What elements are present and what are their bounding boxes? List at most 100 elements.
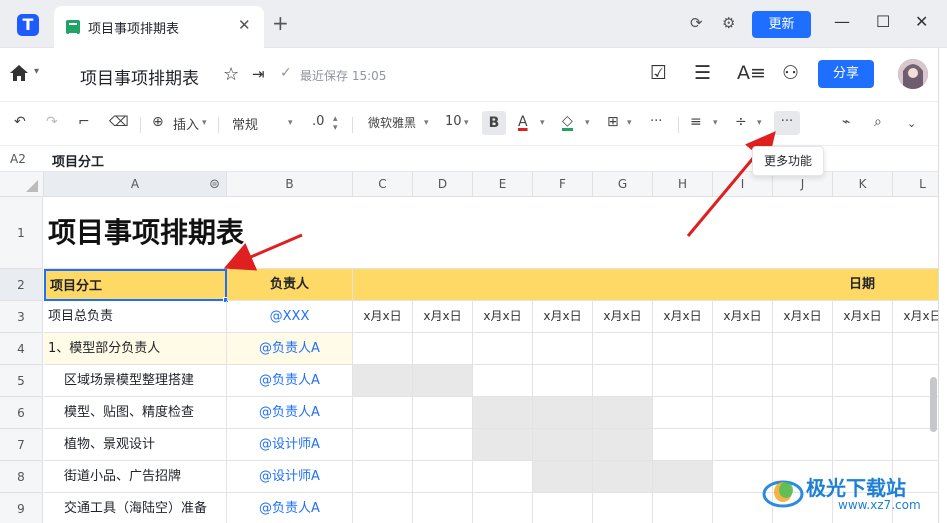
- header-cell-owner[interactable]: 负责人: [227, 269, 353, 301]
- text-color-button[interactable]: A: [518, 114, 528, 130]
- date-cell[interactable]: [653, 493, 713, 523]
- date-cell[interactable]: [353, 397, 413, 429]
- new-tab-button[interactable]: +: [272, 13, 289, 33]
- date-cell[interactable]: [473, 333, 533, 365]
- more-icon[interactable]: ···: [650, 114, 662, 129]
- date-cell[interactable]: [773, 429, 833, 461]
- row-header-1[interactable]: 1: [0, 197, 43, 269]
- date-cell[interactable]: [533, 333, 593, 365]
- fill-color-icon[interactable]: ◇: [562, 114, 573, 131]
- column-header-h[interactable]: H: [653, 172, 713, 197]
- text-format-icon[interactable]: A≡: [737, 62, 766, 84]
- date-cell[interactable]: [473, 461, 533, 493]
- date-cell[interactable]: [353, 429, 413, 461]
- row-header-3[interactable]: 3: [0, 301, 43, 333]
- date-cell[interactable]: [353, 461, 413, 493]
- date-cell[interactable]: x月x日: [533, 301, 593, 333]
- cell-reference[interactable]: A2: [10, 152, 26, 166]
- column-header-k[interactable]: K: [833, 172, 893, 197]
- undo-icon[interactable]: ↶: [14, 114, 26, 130]
- document-title[interactable]: 项目事项排期表: [80, 64, 199, 89]
- vertical-scrollbar[interactable]: [930, 377, 937, 432]
- format-painter-icon[interactable]: ⌐: [78, 114, 90, 130]
- date-cell[interactable]: [413, 429, 473, 461]
- menu-icon[interactable]: ☰: [694, 62, 711, 84]
- row-header-6[interactable]: 6: [0, 397, 43, 429]
- date-cell[interactable]: [413, 461, 473, 493]
- refresh-icon[interactable]: ⟳: [690, 14, 703, 32]
- date-cell[interactable]: [533, 429, 593, 461]
- collapse-chevron-icon[interactable]: ⌄: [907, 117, 916, 130]
- date-cell[interactable]: [833, 429, 893, 461]
- close-window-button[interactable]: ✕: [915, 13, 928, 31]
- row-header-9[interactable]: 9: [0, 493, 43, 523]
- chevron-down-icon[interactable]: ▾: [585, 118, 590, 128]
- date-cell[interactable]: x月x日: [593, 301, 653, 333]
- date-cell[interactable]: x月x日: [413, 301, 473, 333]
- more-functions-button[interactable]: ···: [774, 111, 800, 135]
- date-cell[interactable]: [773, 397, 833, 429]
- date-cell[interactable]: [713, 333, 773, 365]
- date-cell[interactable]: [353, 365, 413, 397]
- app-logo-icon[interactable]: T: [17, 14, 39, 36]
- date-cell[interactable]: [413, 365, 473, 397]
- move-icon[interactable]: ⇥: [252, 65, 265, 83]
- task-cell[interactable]: 项目总负责: [44, 301, 227, 333]
- chevron-down-icon[interactable]: ▾: [757, 118, 762, 128]
- task-cell[interactable]: 植物、景观设计: [44, 429, 227, 461]
- tab-close-icon[interactable]: ✕: [238, 16, 251, 34]
- chevron-down-icon[interactable]: ▾: [202, 118, 207, 128]
- row-header-7[interactable]: 7: [0, 429, 43, 461]
- date-cell[interactable]: [593, 429, 653, 461]
- search-icon[interactable]: ⌕: [874, 114, 882, 130]
- row-header-8[interactable]: 8: [0, 461, 43, 493]
- owner-cell[interactable]: @负责人A: [227, 493, 353, 523]
- date-cell[interactable]: [533, 493, 593, 523]
- date-cell[interactable]: [713, 429, 773, 461]
- decimal-button[interactable]: .0: [312, 114, 324, 129]
- date-cell[interactable]: [473, 365, 533, 397]
- owner-cell[interactable]: @XXX: [227, 301, 353, 333]
- chevron-down-icon[interactable]: ▾: [464, 118, 469, 128]
- row-header-2[interactable]: 2: [0, 269, 43, 301]
- number-format-select[interactable]: 常规: [232, 114, 258, 133]
- date-cell[interactable]: [653, 365, 713, 397]
- date-cell[interactable]: [593, 493, 653, 523]
- minimize-button[interactable]: —: [834, 13, 850, 31]
- owner-cell[interactable]: @设计师A: [227, 429, 353, 461]
- date-cell[interactable]: x月x日: [773, 301, 833, 333]
- date-cell[interactable]: [653, 461, 713, 493]
- eraser-icon[interactable]: ⌫: [109, 114, 129, 130]
- task-cell[interactable]: 交通工具（海陆空）准备: [44, 493, 227, 523]
- date-cell[interactable]: [413, 493, 473, 523]
- update-button[interactable]: 更新: [752, 11, 811, 38]
- decimal-stepper-icon[interactable]: ▴ ▾: [333, 115, 338, 133]
- date-cell[interactable]: [593, 365, 653, 397]
- date-cell[interactable]: [533, 397, 593, 429]
- date-cell[interactable]: [593, 333, 653, 365]
- column-header-b[interactable]: B: [227, 172, 353, 197]
- home-icon[interactable]: [10, 65, 28, 81]
- avatar[interactable]: [898, 59, 928, 89]
- select-all-corner[interactable]: [0, 172, 44, 197]
- insert-plus-icon[interactable]: ⊕: [152, 114, 164, 130]
- date-cell[interactable]: [713, 365, 773, 397]
- date-cell[interactable]: [653, 333, 713, 365]
- align-icon[interactable]: ≡: [690, 114, 702, 130]
- date-cell[interactable]: [353, 333, 413, 365]
- date-cell[interactable]: [473, 429, 533, 461]
- date-cell[interactable]: [533, 461, 593, 493]
- row-header-5[interactable]: 5: [0, 365, 43, 397]
- date-cell[interactable]: [833, 333, 893, 365]
- column-header-a[interactable]: A ⊜: [44, 172, 227, 197]
- owner-cell[interactable]: @负责人A: [227, 397, 353, 429]
- font-select[interactable]: 微软雅黑: [368, 114, 416, 131]
- chevron-down-icon[interactable]: ▾: [713, 118, 718, 128]
- date-cell[interactable]: x月x日: [353, 301, 413, 333]
- column-header-c[interactable]: C: [353, 172, 413, 197]
- brush-icon[interactable]: ⌁: [842, 114, 850, 130]
- owner-cell[interactable]: @负责人A: [227, 365, 353, 397]
- date-cell[interactable]: [833, 397, 893, 429]
- date-cell[interactable]: [653, 429, 713, 461]
- redo-icon[interactable]: ↷: [46, 114, 58, 130]
